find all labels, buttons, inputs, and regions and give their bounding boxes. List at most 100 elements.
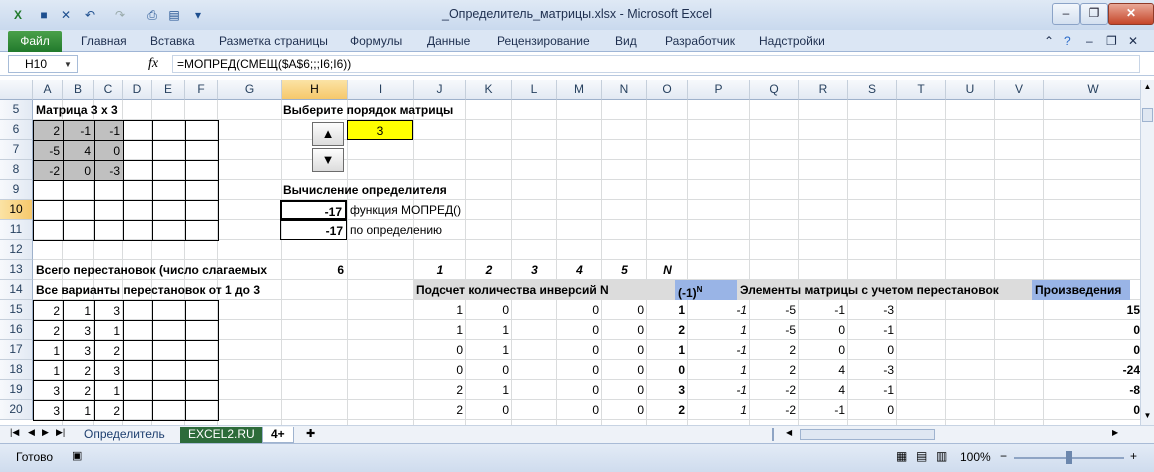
matrix-cell[interactable] — [123, 140, 153, 161]
matrix-cell[interactable] — [185, 180, 219, 201]
workbook-restore-icon[interactable]: ❐ — [1106, 34, 1117, 48]
page-break-view-icon[interactable]: ▥ — [936, 449, 947, 463]
zoom-in-icon[interactable]: + — [1130, 449, 1137, 463]
column-header[interactable]: M — [557, 80, 602, 100]
perm-cell[interactable] — [152, 400, 186, 421]
matrix-cell[interactable] — [152, 200, 186, 221]
perm-cell[interactable]: 1 — [94, 380, 124, 401]
perm-cell[interactable] — [123, 340, 153, 361]
row-header[interactable]: 16 — [0, 320, 33, 340]
perm-cell[interactable] — [185, 320, 219, 341]
column-header[interactable]: U — [946, 80, 995, 100]
perm-cell[interactable] — [123, 360, 153, 381]
matrix-cell[interactable] — [94, 180, 124, 201]
column-header[interactable]: C — [94, 80, 123, 100]
matrix-cell[interactable] — [185, 120, 219, 141]
tab-home[interactable]: Главная — [81, 34, 127, 48]
select-all-corner[interactable] — [0, 80, 33, 100]
matrix-cell[interactable] — [185, 140, 219, 161]
perm-cell[interactable]: 2 — [63, 380, 95, 401]
perm-cell[interactable] — [123, 380, 153, 401]
matrix-cell[interactable] — [152, 180, 186, 201]
tab-data[interactable]: Данные — [427, 34, 470, 48]
perm-cell[interactable] — [123, 300, 153, 321]
row-header[interactable]: 17 — [0, 340, 33, 360]
zoom-out-icon[interactable]: − — [1000, 449, 1007, 463]
minimize-ribbon-icon[interactable]: ⌃ — [1044, 34, 1054, 48]
perm-cell[interactable] — [123, 400, 153, 421]
column-header[interactable]: N — [602, 80, 647, 100]
zoom-slider-thumb[interactable] — [1066, 451, 1072, 464]
vertical-scrollbar[interactable]: ▲ ▼ — [1140, 80, 1154, 425]
tab-view[interactable]: Вид — [615, 34, 637, 48]
matrix-cell[interactable] — [123, 160, 153, 181]
column-header[interactable]: V — [995, 80, 1044, 100]
perm-cell[interactable] — [185, 400, 219, 421]
perm-cell[interactable]: 3 — [33, 400, 64, 421]
matrix-cell[interactable] — [123, 200, 153, 221]
perm-cell[interactable]: 2 — [94, 400, 124, 421]
order-value-cell[interactable]: 3 — [347, 120, 413, 140]
perm-cell[interactable]: 1 — [63, 400, 95, 421]
perm-cell[interactable] — [152, 320, 186, 341]
matrix-cell[interactable] — [63, 180, 95, 201]
perm-cell[interactable]: 1 — [94, 320, 124, 341]
close-button[interactable]: ✕ — [1108, 3, 1154, 25]
last-sheet-icon[interactable]: ▶| — [56, 427, 65, 438]
column-header[interactable]: K — [466, 80, 512, 100]
column-header[interactable]: L — [512, 80, 557, 100]
matrix-cell[interactable]: 2 — [33, 120, 64, 141]
perm-cell[interactable] — [185, 360, 219, 381]
column-header[interactable]: H — [282, 80, 348, 100]
matrix-cell[interactable] — [123, 220, 153, 241]
row-header[interactable]: 5 — [0, 100, 33, 120]
vertical-scroll-thumb[interactable] — [1142, 108, 1153, 122]
matrix-cell[interactable] — [33, 200, 64, 221]
perm-cell[interactable] — [185, 380, 219, 401]
insert-function-icon[interactable]: fx — [148, 56, 158, 72]
column-header[interactable]: J — [414, 80, 466, 100]
row-header[interactable]: 13 — [0, 260, 33, 280]
matrix-cell[interactable] — [33, 180, 64, 201]
matrix-cell[interactable] — [63, 220, 95, 241]
matrix-cell[interactable] — [152, 120, 186, 141]
matrix-cell[interactable] — [185, 160, 219, 181]
normal-view-icon[interactable]: ▦ — [896, 449, 907, 463]
det-func-cell[interactable]: -17 — [280, 200, 347, 220]
matrix-cell[interactable] — [33, 220, 64, 241]
formula-input[interactable]: =МОПРЕД(СМЕЩ($A$6;;;I6;I6)) — [172, 55, 1140, 73]
row-header[interactable]: 19 — [0, 380, 33, 400]
matrix-cell[interactable] — [63, 200, 95, 221]
matrix-cell[interactable] — [123, 120, 153, 141]
first-sheet-icon[interactable]: |◀ — [10, 427, 19, 438]
matrix-cell[interactable]: -2 — [33, 160, 64, 181]
tab-split-handle[interactable] — [772, 428, 780, 441]
horizontal-scroll-thumb[interactable] — [800, 429, 935, 440]
matrix-cell[interactable] — [152, 160, 186, 181]
perm-cell[interactable] — [152, 340, 186, 361]
perm-cell[interactable]: 2 — [94, 340, 124, 361]
minimize-button[interactable]: – — [1052, 3, 1080, 25]
column-header[interactable]: E — [152, 80, 185, 100]
next-sheet-icon[interactable]: ▶ — [42, 427, 49, 438]
matrix-cell[interactable]: -1 — [63, 120, 95, 141]
tab-review[interactable]: Рецензирование — [497, 34, 590, 48]
row-header[interactable]: 10 — [0, 200, 33, 220]
matrix-cell[interactable]: -3 — [94, 160, 124, 181]
column-header[interactable]: T — [897, 80, 946, 100]
perm-cell[interactable] — [152, 360, 186, 381]
perm-cell[interactable]: 2 — [33, 300, 64, 321]
tab-developer[interactable]: Разработчик — [665, 34, 735, 48]
zoom-level[interactable]: 100% — [960, 450, 991, 464]
insert-sheet-icon[interactable]: ✚ — [306, 427, 315, 440]
column-header[interactable]: W — [1044, 80, 1140, 100]
tab-formulas[interactable]: Формулы — [350, 34, 402, 48]
matrix-cell[interactable] — [123, 180, 153, 201]
column-header[interactable]: G — [218, 80, 282, 100]
perm-cell[interactable]: 3 — [94, 360, 124, 381]
matrix-cell[interactable]: 4 — [63, 140, 95, 161]
spin-up-button[interactable]: ▲ — [312, 122, 344, 146]
perm-cell[interactable] — [152, 300, 186, 321]
row-header[interactable]: 11 — [0, 220, 33, 240]
sheet-tab-excel2[interactable]: EXCEL2.RU — [180, 427, 263, 443]
